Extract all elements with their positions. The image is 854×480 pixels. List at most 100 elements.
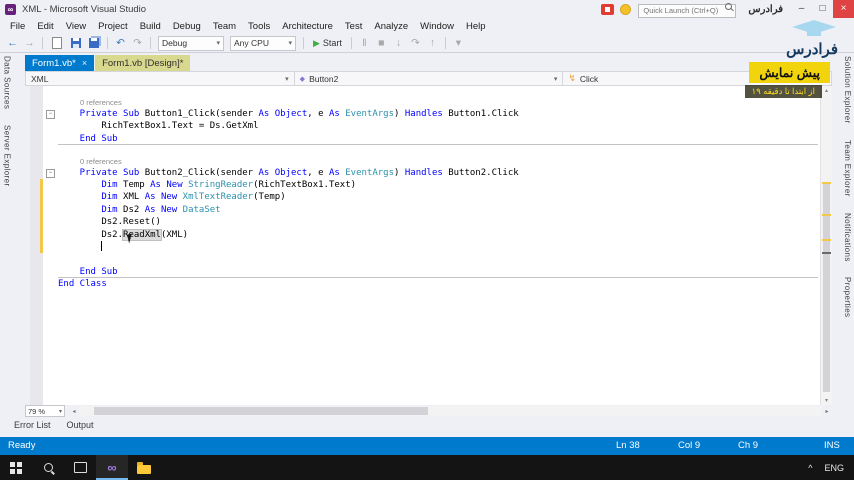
scroll-right-icon[interactable]: ▸ xyxy=(822,408,832,415)
unsaved-change-bar xyxy=(40,179,43,254)
tool-tab-team-explorer[interactable]: Team Explorer xyxy=(843,140,852,197)
project-dropdown[interactable]: XML ▾ xyxy=(26,72,295,85)
menu-architecture[interactable]: Architecture xyxy=(276,20,339,33)
code-token: (XML) xyxy=(160,229,189,240)
code-token: Handles xyxy=(404,108,449,119)
code-token: As xyxy=(328,108,346,119)
code-line[interactable] xyxy=(30,145,820,157)
menu-window[interactable]: Window xyxy=(414,20,460,33)
menu-bar: File Edit View Project Build Debug Team Tools Ar… xyxy=(0,18,854,34)
codelens-references[interactable]: 0 references xyxy=(30,157,820,166)
close-button[interactable]: × xyxy=(833,0,854,18)
solution-platform-dropdown[interactable]: Any CPU ▾ xyxy=(230,35,296,51)
panel-tab-output[interactable]: Output xyxy=(67,420,94,433)
zoom-dropdown[interactable]: 79 % ▾ xyxy=(25,405,65,417)
code-line[interactable]: Private Sub Button2_Click(sender As Obje… xyxy=(30,167,820,179)
code-token: As New xyxy=(144,204,183,215)
toolbar-options-chevron-icon[interactable]: ▾ xyxy=(451,37,466,49)
code-line[interactable]: Ds2.Reset() xyxy=(30,216,820,228)
menu-build[interactable]: Build xyxy=(134,20,167,33)
menu-file[interactable]: File xyxy=(4,20,31,33)
code-token: End Sub xyxy=(58,266,118,277)
vertical-scrollbar[interactable]: ▴ ▾ xyxy=(820,86,832,405)
code-line[interactable] xyxy=(30,86,820,98)
code-line[interactable] xyxy=(30,241,820,253)
menu-project[interactable]: Project xyxy=(92,20,134,33)
preview-watermark: پیش نمایش xyxy=(749,62,830,83)
tool-tab-properties[interactable]: Properties xyxy=(843,277,852,317)
scroll-left-icon[interactable]: ◂ xyxy=(69,408,79,415)
status-bar: Ready Ln 38 Col 9 Ch 9 INS xyxy=(0,437,854,455)
start-debugging-button[interactable]: ▶ Start xyxy=(313,38,342,49)
taskbar-visual-studio-button[interactable]: ∞ xyxy=(96,455,128,480)
code-line[interactable]: Dim Temp As New StringReader(RichTextBox… xyxy=(30,179,820,191)
code-line[interactable]: End Sub xyxy=(30,266,820,279)
tray-expand-button[interactable]: ^ xyxy=(808,463,812,473)
start-button[interactable] xyxy=(0,455,32,480)
code-line[interactable]: Private Sub Button1_Click(sender As Obje… xyxy=(30,108,820,120)
step-over-icon[interactable]: ↷ xyxy=(408,37,423,49)
menu-tools[interactable]: Tools xyxy=(242,20,276,33)
new-file-icon[interactable] xyxy=(52,37,62,49)
save-icon[interactable] xyxy=(71,38,81,48)
scroll-down-icon[interactable]: ▾ xyxy=(821,397,832,404)
tool-tab-data-sources[interactable]: Data Sources xyxy=(3,56,12,109)
maximize-button[interactable]: □ xyxy=(812,0,833,18)
object-dropdown[interactable]: ◆ Button2 ▾ xyxy=(295,72,564,85)
minimize-button[interactable]: – xyxy=(791,0,812,18)
menu-analyze[interactable]: Analyze xyxy=(368,20,414,33)
code-token: Private Sub xyxy=(58,167,145,178)
menu-help[interactable]: Help xyxy=(460,20,492,33)
quick-launch-input[interactable] xyxy=(638,3,737,18)
codelens-references[interactable]: 0 references xyxy=(30,98,820,107)
code-line[interactable] xyxy=(30,253,820,265)
tool-tab-solution-explorer[interactable]: Solution Explorer xyxy=(843,56,852,124)
menu-debug[interactable]: Debug xyxy=(167,20,207,33)
code-line[interactable]: Ds2.ReadXml(XML) xyxy=(30,229,820,241)
editor-navigation-bar: XML▾ ◆ Button2▾ ↯ Click▾ xyxy=(25,71,832,86)
code-token: Button2_Click(sender xyxy=(144,167,259,178)
quick-launch[interactable] xyxy=(638,0,737,18)
tool-tab-server-explorer[interactable]: Server Explorer xyxy=(3,125,12,187)
menu-test[interactable]: Test xyxy=(339,20,368,33)
preview-range-watermark: از ابتدا تا دقیقه ۱۹ xyxy=(744,85,822,98)
step-into-icon[interactable]: ↓ xyxy=(391,37,406,49)
save-all-icon[interactable] xyxy=(89,38,99,48)
tab-label: Form1.vb* xyxy=(32,57,76,69)
tab-form1-vb-design[interactable]: Form1.vb [Design]* xyxy=(95,55,191,71)
taskbar-file-explorer-button[interactable] xyxy=(128,455,160,480)
scroll-up-icon[interactable]: ▴ xyxy=(821,87,832,94)
scrollbar-thumb[interactable] xyxy=(93,407,429,415)
search-icon xyxy=(725,3,733,10)
editor-bottom-bar: 79 % ▾ ◂ ▸ xyxy=(25,405,832,417)
menu-team[interactable]: Team xyxy=(207,20,242,33)
step-out-icon[interactable]: ↑ xyxy=(425,37,440,49)
navigate-back-icon[interactable]: ← xyxy=(5,37,20,49)
undo-icon[interactable]: ↶ xyxy=(113,37,128,49)
tab-label: Form1.vb [Design]* xyxy=(102,57,184,69)
stop-icon[interactable]: ■ xyxy=(374,37,389,49)
status-insert-mode: INS xyxy=(824,440,840,451)
redo-icon[interactable]: ↷ xyxy=(130,37,145,49)
menu-view[interactable]: View xyxy=(60,20,92,33)
panel-tab-error-list[interactable]: Error List xyxy=(14,420,51,433)
solution-configuration-dropdown[interactable]: Debug ▾ xyxy=(158,35,224,51)
code-line[interactable]: RichTextBox1.Text = Ds.GetXml xyxy=(30,120,820,132)
title-bar: ∞ XML - Microsoft Visual Studio فرادرس –… xyxy=(0,0,854,18)
code-line[interactable]: End Class xyxy=(30,278,820,290)
tool-tab-notifications[interactable]: Notifications xyxy=(843,213,852,262)
code-line[interactable]: Dim XML As New XmlTextReader(Temp) xyxy=(30,191,820,203)
code-editor[interactable]: 0 references − Private Sub Button1_Click(… xyxy=(30,86,820,405)
horizontal-scrollbar[interactable] xyxy=(79,406,822,416)
menu-edit[interactable]: Edit xyxy=(31,20,59,33)
navigate-forward-icon[interactable]: → xyxy=(22,37,37,49)
code-line[interactable]: End Sub xyxy=(30,133,820,146)
pause-icon[interactable]: ‖ xyxy=(357,37,372,49)
tab-form1-vb[interactable]: Form1.vb* × xyxy=(25,55,95,71)
bottom-panel-tabs: Error List Output xyxy=(14,420,94,433)
code-line[interactable]: Dim Ds2 As New DataSet xyxy=(30,204,820,216)
task-view-button[interactable] xyxy=(64,455,96,480)
language-indicator[interactable]: ENG xyxy=(824,463,844,473)
taskbar-search-button[interactable] xyxy=(32,455,64,480)
tab-close-icon[interactable]: × xyxy=(82,58,87,68)
